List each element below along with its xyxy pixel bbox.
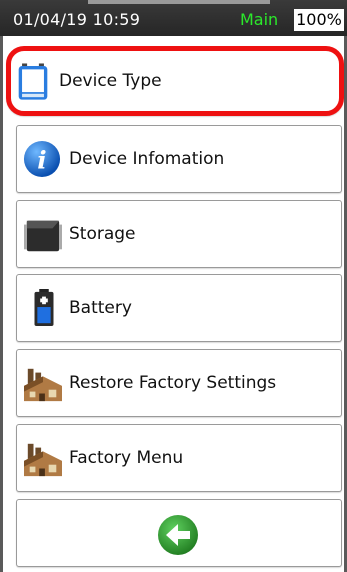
battery-icon: [34, 289, 54, 327]
menu-item-label: Device Type: [59, 71, 162, 91]
menu-item-factory-menu[interactable]: Factory Menu: [16, 424, 342, 492]
menu-item-battery[interactable]: Battery: [16, 274, 342, 342]
menu: Device Type i Device Infomation Storage: [0, 36, 347, 572]
menu-item-label: Battery: [69, 298, 132, 318]
info-icon: i: [23, 140, 61, 178]
svg-text:i: i: [37, 146, 46, 175]
back-button[interactable]: [16, 499, 342, 567]
factory-icon: [24, 368, 62, 402]
status-datetime: 01/04/19 10:59: [13, 10, 141, 29]
menu-item-label: Factory Menu: [69, 448, 184, 468]
storage-icon: [24, 220, 62, 252]
factory-icon: [24, 443, 62, 477]
menu-item-label: Device Infomation: [69, 149, 225, 169]
menu-item-label: Restore Factory Settings: [69, 373, 277, 393]
battery-level: 100%: [294, 9, 344, 31]
back-arrow-icon: [158, 515, 198, 555]
device-icon: [18, 63, 48, 100]
menu-item-storage[interactable]: Storage: [16, 200, 342, 268]
status-bar: 01/04/19 10:59 Main 100%: [0, 0, 347, 36]
status-mode: Main: [240, 10, 279, 29]
menu-item-device-type[interactable]: Device Type: [6, 46, 344, 116]
menu-item-label: Storage: [69, 224, 136, 244]
menu-item-device-information[interactable]: i Device Infomation: [16, 125, 342, 193]
menu-item-restore-factory-settings[interactable]: Restore Factory Settings: [16, 349, 342, 417]
